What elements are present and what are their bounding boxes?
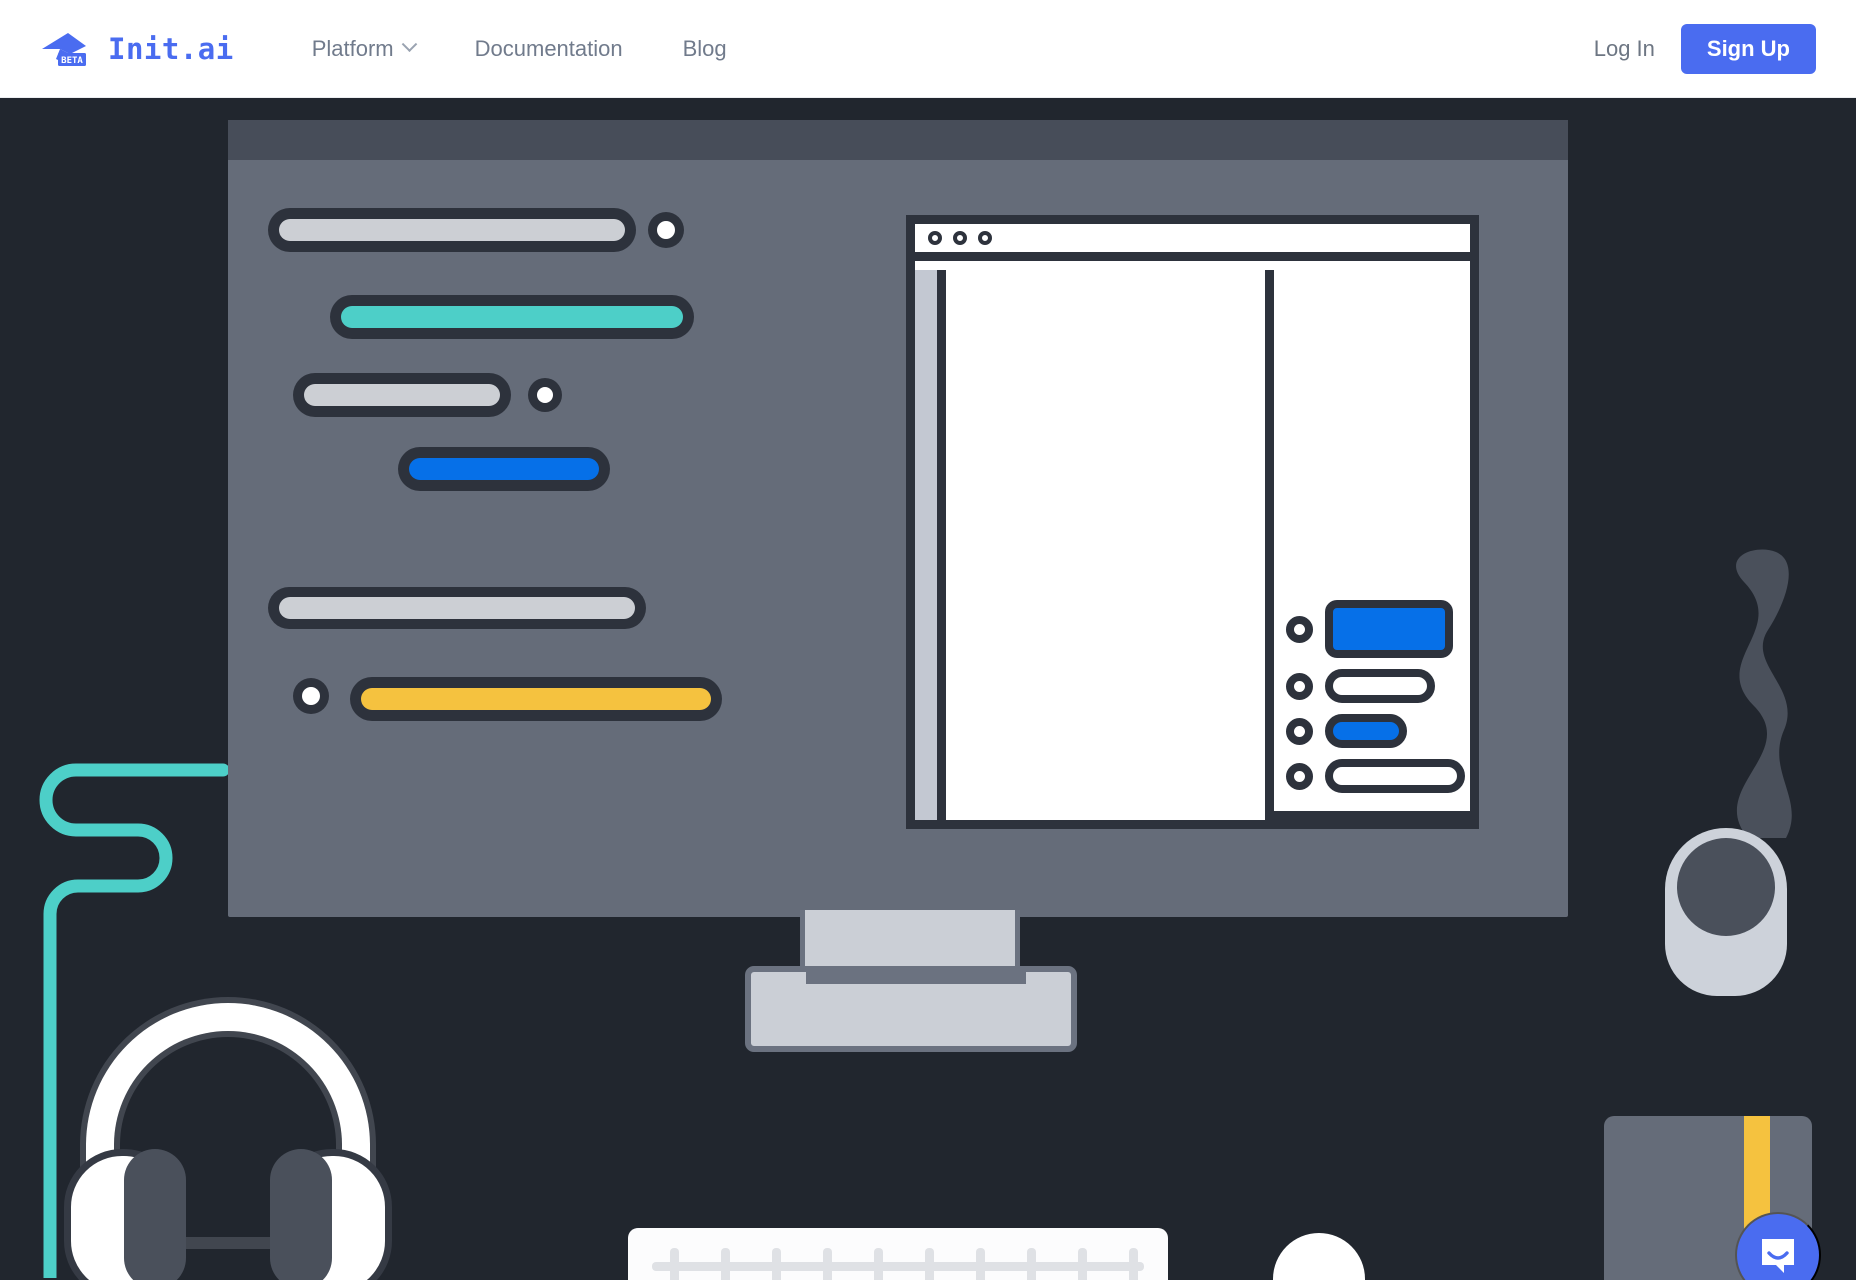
chevron-down-icon [401, 36, 417, 53]
monitor-stand-base [745, 966, 1077, 1052]
nav-item-blog[interactable]: Blog [683, 36, 727, 62]
bubble-bot-3 [350, 677, 722, 721]
side-row-pill-empty-2[interactable] [1286, 759, 1470, 793]
keyboard-col-line [721, 1248, 730, 1280]
bubble-user-3 [268, 587, 646, 629]
brand-name: Init.ai [108, 31, 234, 66]
bubble-user-2-fill [304, 384, 500, 406]
browser-left-rail [915, 270, 946, 820]
traffic-light-close-icon[interactable] [928, 231, 942, 245]
bubble-user-2 [293, 373, 511, 417]
svg-text:BETA: BETA [61, 56, 83, 66]
primary-nav: Platform Documentation Blog [312, 36, 727, 62]
mouse[interactable] [1273, 1233, 1365, 1280]
bubble-bot-2-fill [409, 458, 599, 480]
avatar-core [657, 221, 675, 239]
bubble-user-2-avatar [528, 378, 562, 412]
nav-item-blog-label: Blog [682, 35, 727, 61]
traffic-light-maximize-icon[interactable] [978, 231, 992, 245]
bubble-user-1-avatar [648, 212, 684, 248]
side-pill-primary [1325, 714, 1407, 748]
avatar-core [537, 387, 553, 403]
avatar-core [302, 687, 320, 705]
side-row-pill-empty-1[interactable] [1286, 669, 1470, 703]
traffic-light-minimize-icon[interactable] [953, 231, 967, 245]
monitor [228, 120, 1568, 917]
keyboard-col-line [823, 1248, 832, 1280]
signup-button[interactable]: Sign Up [1680, 23, 1816, 74]
headphones [64, 1003, 392, 1280]
init-ai-chevron-logo-icon: BETA [40, 29, 98, 69]
keyboard-col-line [670, 1248, 679, 1280]
brand-logo-link[interactable]: BETA Init.ai [40, 29, 234, 69]
browser-main-pane [946, 270, 1274, 820]
bubble-bot-2 [398, 447, 610, 491]
nav-item-documentation[interactable]: Documentation [475, 36, 623, 62]
side-pill-empty-2 [1325, 759, 1465, 793]
site-header: BETA Init.ai Platform Documentation Blog… [0, 0, 1856, 98]
monitor-top-bezel [228, 120, 1568, 160]
side-row-block-primary[interactable] [1286, 600, 1470, 658]
nav-item-platform[interactable]: Platform [311, 35, 417, 62]
keyboard-col-line [1027, 1248, 1036, 1280]
side-panel-list [1274, 600, 1470, 793]
radio-icon[interactable] [1286, 672, 1313, 700]
nav-item-documentation-label: Documentation [474, 35, 623, 61]
coffee-cup-opening [1677, 838, 1775, 936]
keyboard-col-line [1078, 1248, 1087, 1280]
radio-icon[interactable] [1286, 762, 1313, 790]
bubble-bot-3-fill [361, 688, 711, 710]
hero-illustration [0, 98, 1856, 1280]
browser-body [915, 270, 1470, 820]
browser-side-footer [1274, 811, 1470, 820]
side-row-pill-primary[interactable] [1286, 714, 1470, 748]
keyboard-key-grid [628, 1228, 1168, 1280]
browser-window [906, 215, 1479, 829]
bubble-user-1-fill [279, 219, 625, 241]
keyboard-col-line [976, 1248, 985, 1280]
coffee-cup [1665, 828, 1787, 996]
radio-icon[interactable] [1286, 717, 1313, 745]
bubble-bot-1-fill [341, 306, 683, 328]
bubble-bot-3-avatar [293, 678, 329, 714]
bubble-user-3-fill [279, 597, 635, 619]
keyboard-col-line [925, 1248, 934, 1280]
steam-icon [1736, 549, 1792, 838]
side-pill-empty-1 [1325, 669, 1435, 703]
side-block-primary [1325, 600, 1453, 658]
browser-titlebar [915, 224, 1470, 261]
chat-bubble-smile-icon [1762, 1239, 1794, 1273]
radio-icon[interactable] [1286, 615, 1313, 643]
monitor-stand-notch [806, 966, 1026, 984]
bubble-bot-1 [330, 295, 694, 339]
login-link[interactable]: Log In [1594, 36, 1655, 62]
header-actions: Log In Sign Up [1594, 23, 1816, 74]
headphone-pad-left [124, 1149, 186, 1280]
keyboard-col-line [874, 1248, 883, 1280]
keyboard[interactable] [628, 1228, 1168, 1280]
keyboard-col-line [772, 1248, 781, 1280]
headphone-pad-right [270, 1149, 332, 1280]
nav-item-platform-label: Platform [311, 35, 394, 61]
bubble-user-1 [268, 208, 636, 252]
keyboard-col-line [1129, 1248, 1138, 1280]
browser-side-pane [1274, 270, 1470, 820]
